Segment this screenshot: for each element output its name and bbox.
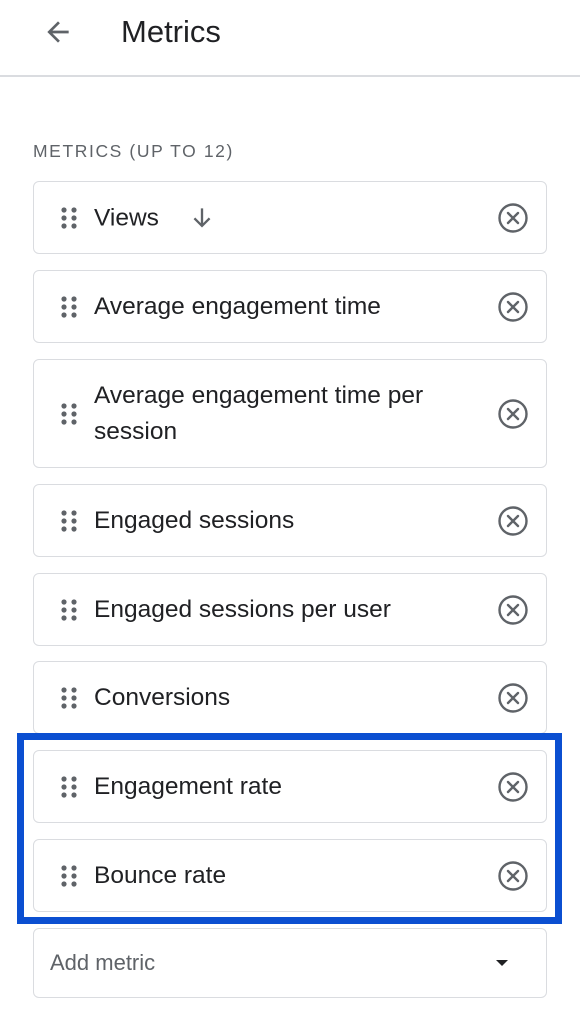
- metric-item-bounce-rate[interactable]: Bounce rate: [33, 839, 547, 912]
- remove-circle-icon[interactable]: [496, 770, 530, 804]
- add-metric-placeholder: Add metric: [50, 950, 156, 975]
- metric-item-average-engagement-time[interactable]: Average engagement time: [33, 270, 547, 343]
- metric-item-conversions[interactable]: Conversions: [33, 661, 547, 734]
- drag-handle-icon[interactable]: [58, 293, 80, 321]
- metric-label: Engagement rate: [94, 772, 282, 800]
- metric-item-views[interactable]: Views: [33, 181, 547, 254]
- metric-label: Bounce rate: [94, 861, 227, 889]
- metric-label: Engaged sessions: [94, 506, 295, 534]
- remove-circle-icon[interactable]: [496, 290, 530, 324]
- drag-handle-icon[interactable]: [58, 862, 80, 890]
- drag-handle-icon[interactable]: [58, 684, 80, 712]
- caret-down-icon: [496, 960, 508, 966]
- metric-label: Conversions: [94, 683, 231, 711]
- metric-item-engagement-rate[interactable]: Engagement rate: [33, 750, 547, 823]
- metric-label: Average engagement time: [94, 292, 381, 320]
- metric-label: Views: [94, 199, 464, 236]
- drag-handle-icon[interactable]: [58, 204, 80, 232]
- arrow-down-icon[interactable]: [188, 204, 216, 232]
- metric-item-average-engagement-time-per-session[interactable]: Average engagement time per session: [33, 359, 547, 468]
- metric-item-engaged-sessions[interactable]: Engaged sessions: [33, 484, 547, 557]
- metric-label-text: Views: [94, 203, 159, 231]
- remove-circle-icon[interactable]: [496, 681, 530, 715]
- drag-handle-icon[interactable]: [58, 400, 80, 428]
- drag-handle-icon[interactable]: [58, 773, 80, 801]
- drag-handle-icon[interactable]: [58, 507, 80, 535]
- remove-circle-icon[interactable]: [496, 593, 530, 627]
- drag-handle-icon[interactable]: [58, 596, 80, 624]
- remove-circle-icon[interactable]: [496, 397, 530, 431]
- metric-label: Average engagement time per session: [94, 381, 424, 445]
- metric-list: Views Average engagement time Average en: [0, 0, 580, 1024]
- remove-circle-icon[interactable]: [496, 201, 530, 235]
- metric-item-engaged-sessions-per-user[interactable]: Engaged sessions per user: [33, 573, 547, 646]
- remove-circle-icon[interactable]: [496, 504, 530, 538]
- metric-label: Engaged sessions per user: [94, 595, 391, 623]
- add-metric-dropdown[interactable]: Add metric: [33, 928, 547, 998]
- remove-circle-icon[interactable]: [496, 859, 530, 893]
